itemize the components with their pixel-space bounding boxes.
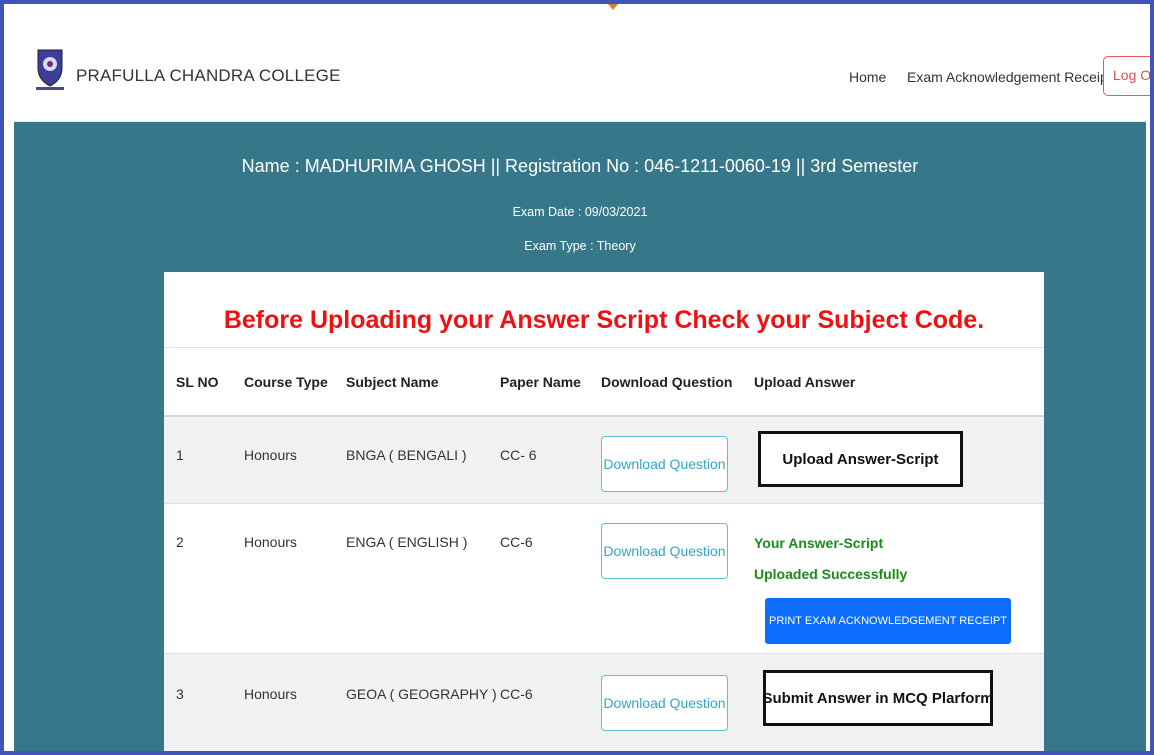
row-course-type: Honours	[244, 447, 297, 463]
exam-type: Exam Type : Theory	[524, 239, 636, 253]
upload-answer-script-button[interactable]: Upload Answer-Script	[758, 431, 963, 487]
subjects-card: Before Uploading your Answer Script Chec…	[164, 272, 1044, 751]
upload-success-line1: Your Answer-Script	[754, 535, 884, 551]
download-question-button[interactable]: Download Question	[601, 436, 728, 492]
row-subject-name: BNGA ( BENGALI )	[346, 447, 467, 463]
row-course-type: Honours	[244, 534, 297, 550]
exam-banner: Name : MADHURIMA GHOSH || Registration N…	[14, 122, 1146, 751]
exam-date: Exam Date : 09/03/2021	[512, 205, 648, 219]
screenshot-frame: PRAFULLA CHANDRA COLLEGE Home Exam Ackno…	[0, 0, 1154, 755]
row-paper-name: CC-6	[500, 534, 533, 550]
row-subject-name: ENGA ( ENGLISH )	[346, 534, 468, 550]
row-paper-name: CC- 6	[500, 447, 537, 463]
row-paper-name: CC-6	[500, 686, 533, 702]
submit-mcq-button[interactable]: Submit Answer in MCQ Plarform	[762, 670, 994, 726]
table-header: SL NO Course Type Subject Name Paper Nam…	[164, 347, 1044, 417]
header-sl-no: SL NO	[176, 374, 219, 390]
download-question-button[interactable]: Download Question	[601, 675, 728, 731]
logout-button[interactable]: Log Out	[1103, 56, 1150, 96]
header-download-question: Download Question	[601, 374, 733, 390]
navbar: PRAFULLA CHANDRA COLLEGE Home Exam Ackno…	[14, 18, 1150, 122]
header-paper-name: Paper Name	[500, 374, 581, 390]
nav-home-link[interactable]: Home	[849, 69, 886, 85]
table-row: 2 Honours ENGA ( ENGLISH ) CC-6 Download…	[164, 504, 1044, 654]
header-course-type: Course Type	[244, 374, 328, 390]
subject-code-warning: Before Uploading your Answer Script Chec…	[223, 306, 985, 334]
row-sl-no: 2	[176, 534, 184, 550]
row-sl-no: 1	[176, 447, 184, 463]
table-row: 1 Honours BNGA ( BENGALI ) CC- 6 Downloa…	[164, 417, 1044, 504]
download-question-button[interactable]: Download Question	[601, 523, 728, 579]
brand-name[interactable]: PRAFULLA CHANDRA COLLEGE	[76, 66, 341, 86]
header-subject-name: Subject Name	[346, 374, 439, 390]
row-subject-name: GEOA ( GEOGRAPHY )	[346, 686, 497, 702]
table-row: 3 Honours GEOA ( GEOGRAPHY ) CC-6 Downlo…	[164, 654, 1044, 751]
header-upload-answer: Upload Answer	[754, 374, 856, 390]
row-course-type: Honours	[244, 686, 297, 702]
row-sl-no: 3	[176, 686, 184, 702]
nav-receipt-link[interactable]: Exam Acknowledgement Receipt	[907, 69, 1112, 85]
top-marker	[608, 4, 618, 10]
upload-success-line2: Uploaded Successfully	[754, 566, 908, 582]
college-logo-icon	[34, 48, 66, 92]
print-receipt-button[interactable]: PRINT EXAM ACKNOWLEDGEMENT RECEIPT	[765, 598, 1011, 644]
student-info: Name : MADHURIMA GHOSH || Registration N…	[241, 156, 919, 176]
